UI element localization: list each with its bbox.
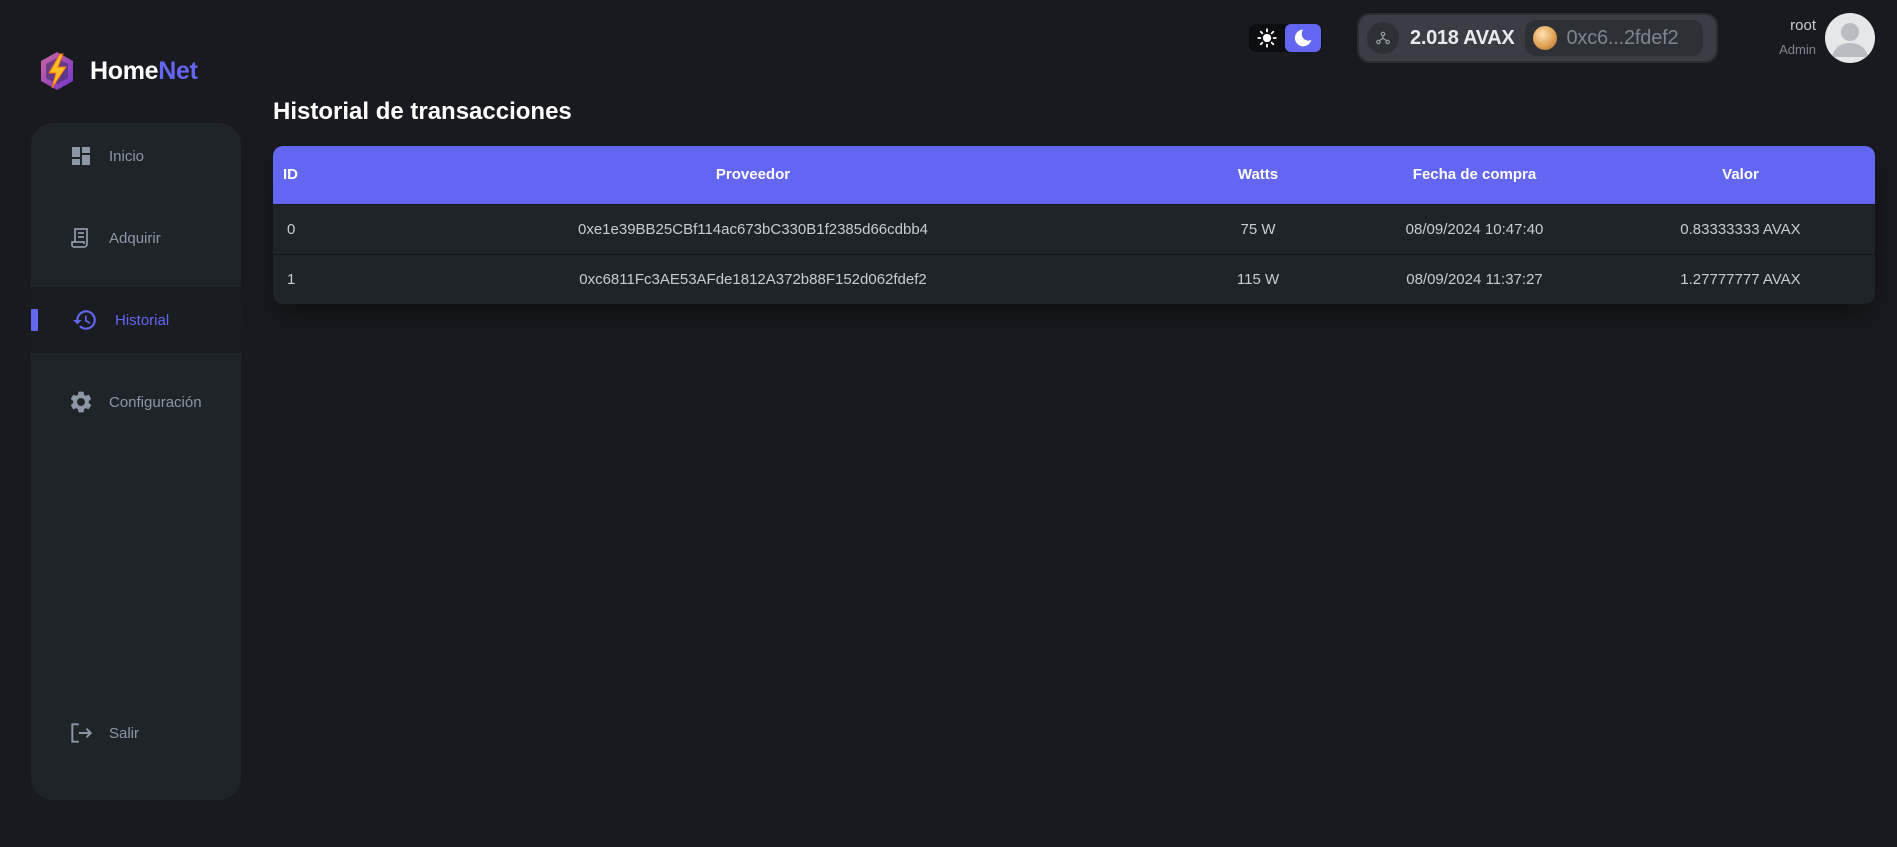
sidebar-item-configuracion[interactable]: Configuración <box>31 369 241 435</box>
cell-value: 0.83333333 AVAX <box>1680 220 1801 238</box>
wallet-widget[interactable]: 2.018 AVAX 0xc6...2fdef2 <box>1357 13 1718 63</box>
sidebar-item-label: Configuración <box>109 393 202 411</box>
column-header-valor[interactable]: Valor <box>1606 146 1875 204</box>
transactions-table-card: ID Proveedor Watts Fecha de compra Valor… <box>273 146 1875 304</box>
page-title: Historial de transacciones <box>273 98 572 125</box>
sidebar-item-label: Adquirir <box>109 229 161 247</box>
logout-icon <box>67 719 95 747</box>
sidebar-item-label: Historial <box>115 311 170 329</box>
cell-value: 1.27777777 AVAX <box>1680 270 1801 288</box>
user-avatar-icon <box>1832 23 1868 57</box>
gear-icon <box>67 388 95 416</box>
cell-id: 0 <box>287 220 296 238</box>
brand-name: HomeNet <box>90 57 198 86</box>
column-header-fecha[interactable]: Fecha de compra <box>1343 146 1606 204</box>
user-role: Admin <box>1779 42 1816 57</box>
brand-home-text: Home <box>90 56 159 85</box>
sidebar-item-label: Inicio <box>109 147 145 165</box>
lightning-logo-icon <box>41 52 73 90</box>
wallet-address-pill[interactable]: 0xc6...2fdef2 <box>1525 20 1704 56</box>
cell-watts: 75 W <box>1240 220 1276 238</box>
cell-id: 1 <box>287 270 296 288</box>
brand-logo[interactable]: HomeNet <box>38 50 198 92</box>
cell-date: 08/09/2024 11:37:27 <box>1406 270 1543 288</box>
cell-provider: 0xc6811Fc3AE53AFde1812A372b88F152d062fde… <box>579 270 927 288</box>
moon-icon[interactable] <box>1285 24 1321 52</box>
user-name: root <box>1790 17 1816 34</box>
brand-net-text: Net <box>158 56 198 85</box>
user-info: root Admin <box>1736 17 1816 57</box>
sidebar-item-historial[interactable]: Historial <box>31 287 241 353</box>
theme-toggle[interactable] <box>1249 24 1322 52</box>
active-indicator <box>31 309 38 331</box>
sidebar-item-adquirir[interactable]: Adquirir <box>31 205 241 271</box>
wallet-balance: 2.018 AVAX <box>1410 26 1515 49</box>
sidebar-item-inicio[interactable]: Inicio <box>31 123 241 189</box>
coin-avatar-icon <box>1533 26 1558 50</box>
column-header-watts[interactable]: Watts <box>1173 146 1343 204</box>
cell-watts: 115 W <box>1236 270 1280 288</box>
sun-icon[interactable] <box>1249 24 1285 52</box>
table-row[interactable]: 1 0xc6811Fc3AE53AFde1812A372b88F152d062f… <box>273 254 1875 304</box>
cell-date: 08/09/2024 10:47:40 <box>1405 220 1544 238</box>
column-header-id[interactable]: ID <box>273 146 333 204</box>
table-header-row: ID Proveedor Watts Fecha de compra Valor <box>273 146 1875 204</box>
logout-button[interactable]: Salir <box>31 700 241 766</box>
table-row[interactable]: 0 0xe1e39BB25CBf114ac673bC330B1f2385d66c… <box>273 204 1875 254</box>
column-header-proveedor[interactable]: Proveedor <box>333 146 1173 204</box>
cell-provider: 0xe1e39BB25CBf114ac673bC330B1f2385d66cdb… <box>577 220 929 238</box>
wallet-address: 0xc6...2fdef2 <box>1566 26 1679 49</box>
sidebar: Inicio Adquirir Historial Configuración … <box>31 123 241 800</box>
history-icon <box>71 306 99 334</box>
logout-label: Salir <box>109 724 140 742</box>
network-icon[interactable] <box>1367 22 1399 54</box>
transactions-table: ID Proveedor Watts Fecha de compra Valor… <box>273 146 1875 304</box>
avatar[interactable] <box>1825 13 1875 63</box>
dashboard-icon <box>67 142 95 170</box>
receipt-icon <box>67 224 95 252</box>
